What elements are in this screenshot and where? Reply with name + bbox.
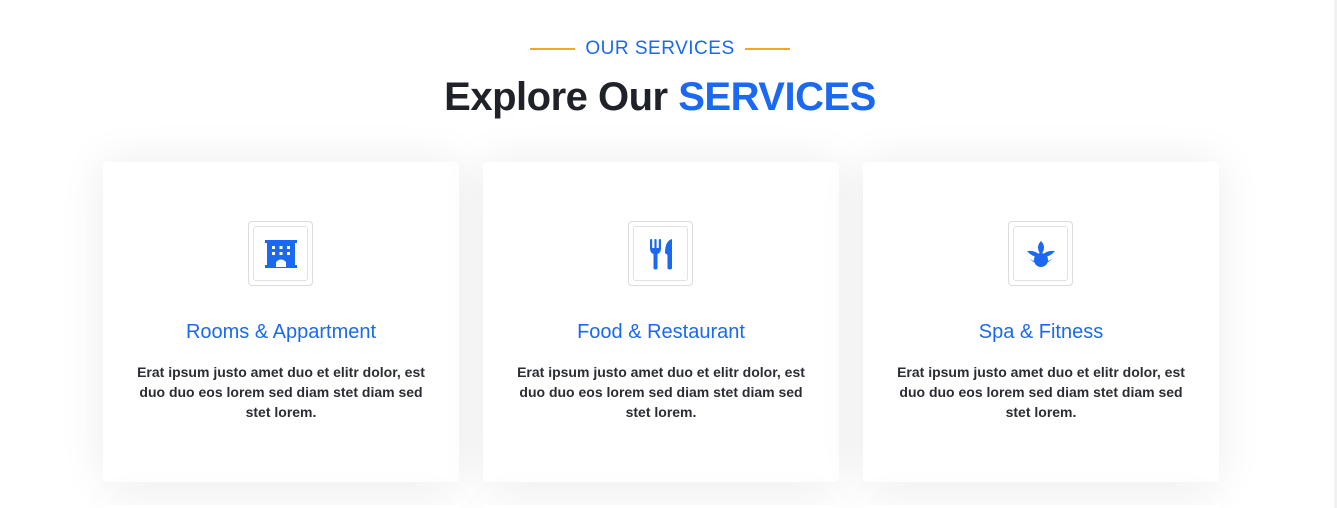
service-cards: Rooms & Appartment Erat ipsum justo amet… <box>103 162 1219 482</box>
service-title[interactable]: Spa & Fitness <box>863 321 1219 344</box>
heading-main: Explore Our <box>444 75 668 119</box>
section-eyebrow: OUR SERVICES <box>0 38 1320 60</box>
service-description: Erat ipsum justo amet duo et elitr dolor… <box>137 364 425 420</box>
hotel-icon <box>264 239 297 268</box>
section-heading: Explore Our SERVICES <box>0 75 1320 120</box>
eyebrow-rule-right <box>744 48 790 50</box>
services-section: OUR SERVICES Explore Our SERVICES Rooms … <box>0 0 1337 508</box>
service-title[interactable]: Food & Restaurant <box>483 321 839 344</box>
service-card-spa[interactable]: Spa & Fitness Erat ipsum justo amet duo … <box>863 162 1219 482</box>
icon-frame <box>1008 221 1073 286</box>
service-card-food[interactable]: Food & Restaurant Erat ipsum justo amet … <box>483 162 839 482</box>
eyebrow-rule-left <box>530 48 576 50</box>
service-description: Erat ipsum justo amet duo et elitr dolor… <box>517 364 805 420</box>
service-card-rooms[interactable]: Rooms & Appartment Erat ipsum justo amet… <box>103 162 459 482</box>
icon-frame <box>628 221 693 286</box>
utensils-icon <box>649 238 672 269</box>
spa-icon <box>1025 240 1056 267</box>
service-description: Erat ipsum justo amet duo et elitr dolor… <box>897 364 1185 420</box>
service-title[interactable]: Rooms & Appartment <box>103 321 459 344</box>
icon-frame <box>248 221 313 286</box>
heading-accent: SERVICES <box>678 75 876 119</box>
eyebrow-text: OUR SERVICES <box>585 38 735 59</box>
